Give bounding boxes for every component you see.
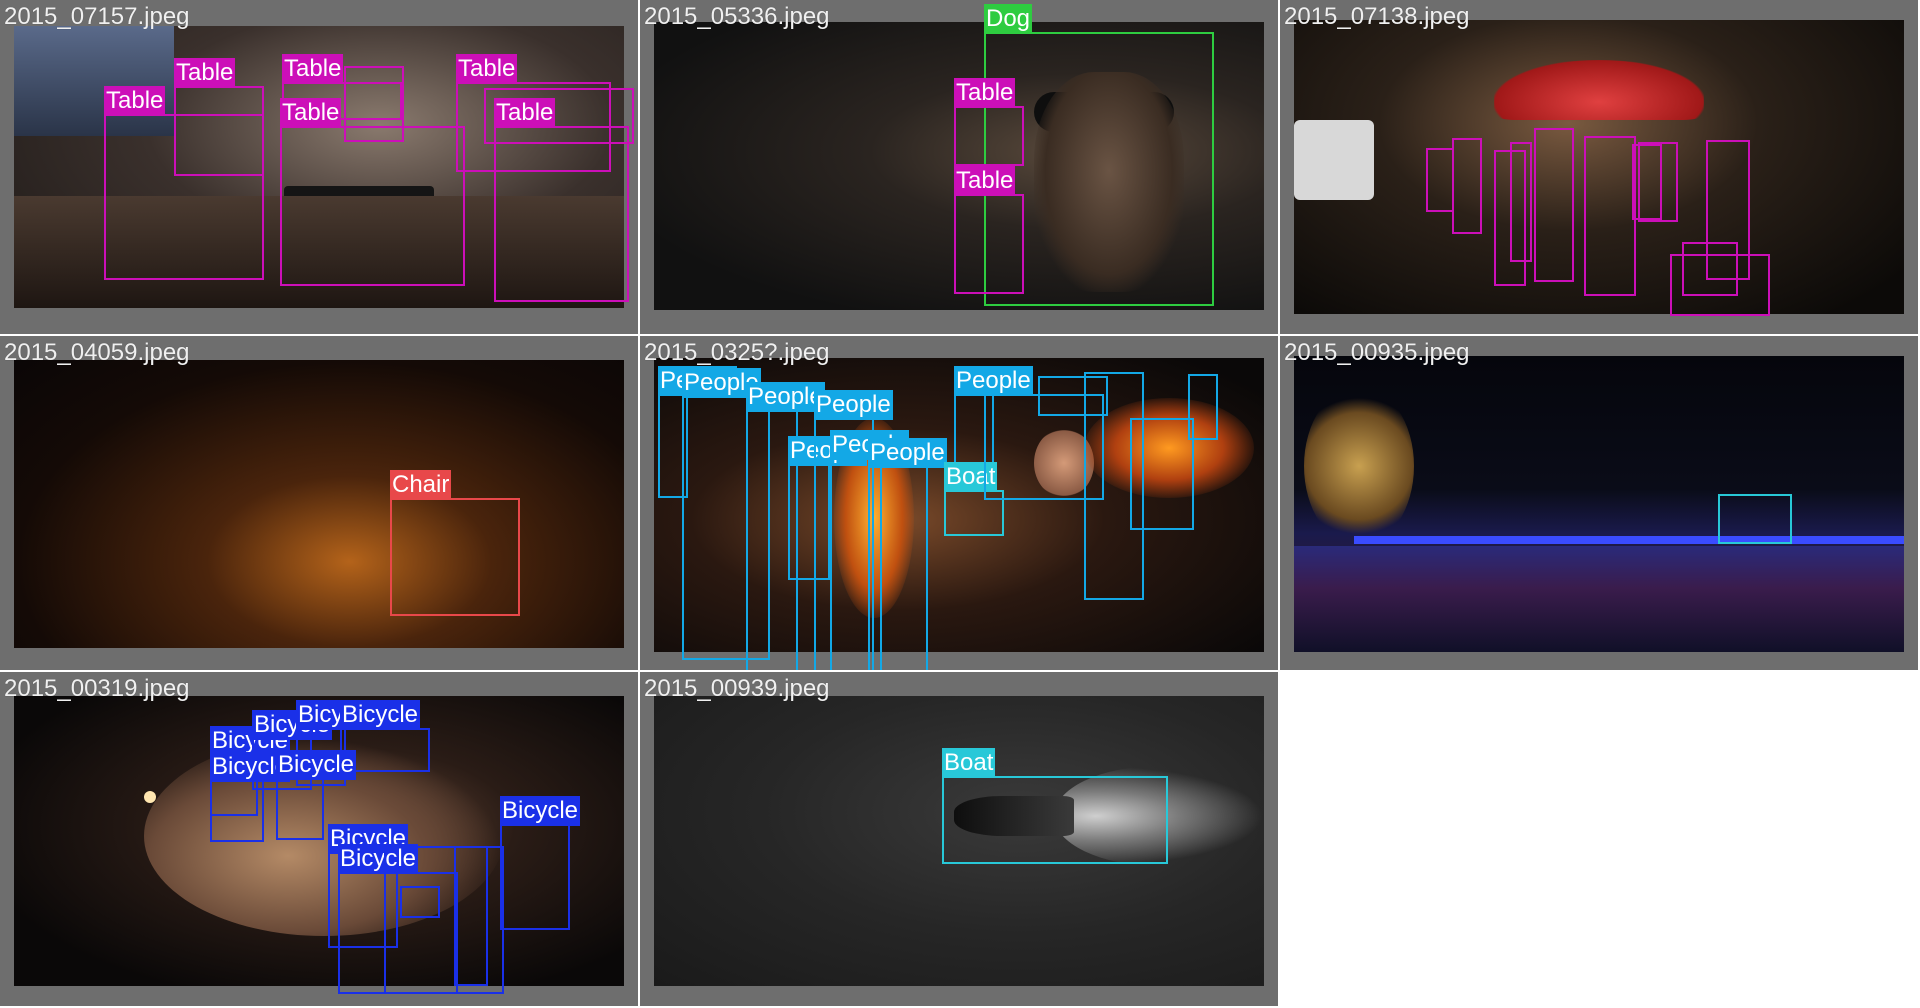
bounding-box — [484, 88, 634, 144]
tile-filename: 2015_04059.jpeg — [4, 339, 190, 366]
bounding-box — [1038, 376, 1108, 416]
bounding-box: Table — [494, 98, 629, 302]
bounding-box: Chair — [390, 470, 520, 616]
tile-photo — [1294, 356, 1904, 652]
tile-filename: 2015_00935.jpeg — [1284, 339, 1470, 366]
bounding-box — [1584, 136, 1636, 296]
bounding-box: People — [868, 438, 947, 670]
red-umbrella-shape — [1494, 60, 1704, 120]
tile-filename: 2015_07138.jpeg — [1284, 3, 1470, 30]
bounding-box: Table — [954, 166, 1024, 294]
shoreline-lights — [1354, 536, 1904, 544]
tile-photo: Table Table Table Table Table Table — [14, 26, 634, 308]
tile-photo: PeoplePeoplePeoplePeoplePeoplePeoplePeop… — [654, 358, 1264, 670]
bounding-box-label: Chair — [390, 470, 452, 500]
tile-photo: Boat — [654, 696, 1264, 986]
bounding-box-label: Boat — [942, 748, 996, 778]
image-tile: Boat 2015_00939.jpeg — [640, 672, 1278, 1006]
bounding-box — [344, 66, 404, 142]
bounding-box: Bicycle — [210, 752, 291, 842]
tile-filename: 2015_07157.jpeg — [4, 3, 190, 30]
tile-photo: Bicycle Bicycle Bicycle Bicycle Bicycle Bicyc… — [14, 696, 624, 994]
bounding-box-label: Bicycle — [340, 700, 421, 730]
image-tile: Bicycle Bicycle Bicycle Bicycle Bicycle Bicyc… — [0, 672, 638, 1006]
bounding-box — [1426, 148, 1454, 212]
image-tile: 2015_00935.jpeg — [1280, 336, 1918, 670]
bounding-box — [1130, 418, 1194, 530]
bounding-box: Table — [104, 86, 264, 280]
bounding-box-label: Table — [174, 58, 236, 88]
image-tile: Table Table Table Table Table Table 2015_07157… — [0, 0, 638, 334]
tile-photo: Dog Table Table — [654, 4, 1264, 310]
detection-grid: Table Table Table Table Table Table 2015_07157… — [0, 0, 1920, 1008]
tile-filename: 2015_05336.jpeg — [644, 3, 830, 30]
bounding-box: Table — [280, 98, 465, 286]
bounding-box-label: Table — [104, 86, 166, 116]
bounding-box — [454, 846, 488, 986]
bounding-box-label: People — [868, 438, 947, 468]
bounding-box — [1718, 494, 1792, 544]
bounding-box: Table — [954, 78, 1024, 166]
bounding-box-label: Dog — [984, 4, 1033, 34]
tile-photo — [1294, 20, 1904, 316]
image-tile: 2015_07138.jpeg — [1280, 0, 1918, 334]
bounding-box-label: People — [746, 382, 825, 412]
bounding-box-label: Table — [456, 54, 518, 84]
bounding-box-label: Bicycle — [276, 750, 357, 780]
bounding-box — [1534, 128, 1574, 282]
van-shape — [1294, 120, 1374, 200]
tile-filename: 2015_00319.jpeg — [4, 675, 190, 702]
bounding-box — [1638, 142, 1678, 222]
image-tile: Dog Table Table 2015_05336.jpeg — [640, 0, 1278, 334]
bounding-box-label: Bicycle — [500, 796, 581, 826]
tile-photo: Chair — [14, 360, 624, 648]
bounding-box: Boat — [942, 748, 1168, 864]
bounding-box — [1510, 142, 1532, 262]
water-area — [1294, 546, 1904, 652]
bounding-box: Bicycle — [276, 750, 357, 840]
bounding-box-label: Table — [954, 78, 1016, 108]
bounding-box-label: Table — [280, 98, 342, 128]
bounding-box: Bicycle — [500, 796, 581, 930]
waterwheel-shape — [1304, 386, 1414, 546]
bounding-box — [1670, 254, 1770, 316]
tile-filename: 2015_0325?.jpeg — [644, 339, 830, 366]
image-tile: PeoplePeoplePeoplePeoplePeoplePeoplePeop… — [640, 336, 1278, 670]
bounding-box-label: Table — [282, 54, 344, 84]
tile-filename: 2015_00939.jpeg — [644, 675, 830, 702]
bounding-box-label: People — [954, 366, 1033, 396]
bounding-box-label: People — [814, 390, 893, 420]
bounding-box — [1452, 138, 1482, 234]
image-tile: Chair 2015_04059.jpeg — [0, 336, 638, 670]
bounding-box — [400, 886, 440, 918]
bounding-box-label: Table — [954, 166, 1016, 196]
